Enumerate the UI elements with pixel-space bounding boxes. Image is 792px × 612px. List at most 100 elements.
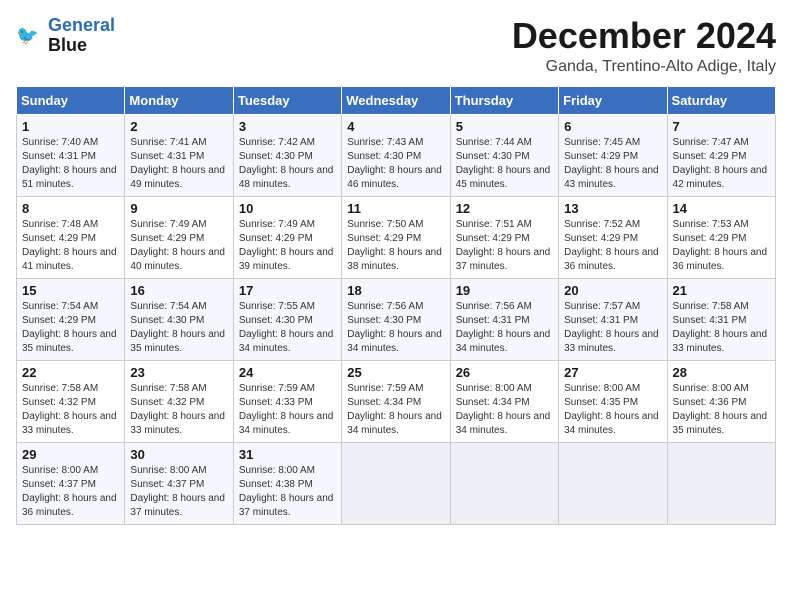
calendar-cell: 29 Sunrise: 8:00 AMSunset: 4:37 PMDaylig… xyxy=(17,442,125,524)
day-number: 9 xyxy=(130,201,227,216)
day-info: Sunrise: 7:57 AMSunset: 4:31 PMDaylight:… xyxy=(564,301,659,354)
day-number: 10 xyxy=(239,201,336,216)
month-title: December 2024 xyxy=(512,16,776,56)
calendar-cell: 16 Sunrise: 7:54 AMSunset: 4:30 PMDaylig… xyxy=(125,278,233,360)
calendar-cell: 28 Sunrise: 8:00 AMSunset: 4:36 PMDaylig… xyxy=(667,360,775,442)
day-info: Sunrise: 8:00 AMSunset: 4:36 PMDaylight:… xyxy=(673,383,768,436)
day-number: 25 xyxy=(347,365,444,380)
calendar-week-row: 1 Sunrise: 7:40 AMSunset: 4:31 PMDayligh… xyxy=(17,114,776,196)
day-number: 17 xyxy=(239,283,336,298)
day-number: 15 xyxy=(22,283,119,298)
day-info: Sunrise: 7:47 AMSunset: 4:29 PMDaylight:… xyxy=(673,137,768,190)
weekday-header-thursday: Thursday xyxy=(450,86,558,114)
day-info: Sunrise: 7:48 AMSunset: 4:29 PMDaylight:… xyxy=(22,219,117,272)
calendar-week-row: 22 Sunrise: 7:58 AMSunset: 4:32 PMDaylig… xyxy=(17,360,776,442)
calendar-cell: 27 Sunrise: 8:00 AMSunset: 4:35 PMDaylig… xyxy=(559,360,667,442)
day-number: 28 xyxy=(673,365,770,380)
day-info: Sunrise: 7:40 AMSunset: 4:31 PMDaylight:… xyxy=(22,137,117,190)
day-info: Sunrise: 7:58 AMSunset: 4:32 PMDaylight:… xyxy=(130,383,225,436)
day-info: Sunrise: 8:00 AMSunset: 4:34 PMDaylight:… xyxy=(456,383,551,436)
day-info: Sunrise: 7:59 AMSunset: 4:34 PMDaylight:… xyxy=(347,383,442,436)
logo-icon: 🐦 xyxy=(16,22,44,50)
calendar-cell: 23 Sunrise: 7:58 AMSunset: 4:32 PMDaylig… xyxy=(125,360,233,442)
day-info: Sunrise: 7:56 AMSunset: 4:31 PMDaylight:… xyxy=(456,301,551,354)
calendar-cell: 5 Sunrise: 7:44 AMSunset: 4:30 PMDayligh… xyxy=(450,114,558,196)
day-number: 23 xyxy=(130,365,227,380)
day-number: 2 xyxy=(130,119,227,134)
day-number: 4 xyxy=(347,119,444,134)
day-info: Sunrise: 8:00 AMSunset: 4:38 PMDaylight:… xyxy=(239,465,334,518)
day-number: 29 xyxy=(22,447,119,462)
logo-text: General Blue xyxy=(48,16,115,56)
day-number: 18 xyxy=(347,283,444,298)
day-number: 24 xyxy=(239,365,336,380)
day-number: 31 xyxy=(239,447,336,462)
day-info: Sunrise: 7:44 AMSunset: 4:30 PMDaylight:… xyxy=(456,137,551,190)
calendar-cell: 14 Sunrise: 7:53 AMSunset: 4:29 PMDaylig… xyxy=(667,196,775,278)
calendar-cell: 13 Sunrise: 7:52 AMSunset: 4:29 PMDaylig… xyxy=(559,196,667,278)
page-header: 🐦 General Blue December 2024 Ganda, Tren… xyxy=(16,16,776,76)
day-number: 19 xyxy=(456,283,553,298)
calendar-body: 1 Sunrise: 7:40 AMSunset: 4:31 PMDayligh… xyxy=(17,114,776,524)
calendar-cell: 22 Sunrise: 7:58 AMSunset: 4:32 PMDaylig… xyxy=(17,360,125,442)
location-title: Ganda, Trentino-Alto Adige, Italy xyxy=(512,58,776,76)
calendar-cell: 3 Sunrise: 7:42 AMSunset: 4:30 PMDayligh… xyxy=(233,114,341,196)
calendar-cell: 6 Sunrise: 7:45 AMSunset: 4:29 PMDayligh… xyxy=(559,114,667,196)
calendar-cell: 17 Sunrise: 7:55 AMSunset: 4:30 PMDaylig… xyxy=(233,278,341,360)
day-info: Sunrise: 7:43 AMSunset: 4:30 PMDaylight:… xyxy=(347,137,442,190)
day-number: 26 xyxy=(456,365,553,380)
calendar-cell: 1 Sunrise: 7:40 AMSunset: 4:31 PMDayligh… xyxy=(17,114,125,196)
calendar-cell: 20 Sunrise: 7:57 AMSunset: 4:31 PMDaylig… xyxy=(559,278,667,360)
weekday-header-saturday: Saturday xyxy=(667,86,775,114)
calendar-table: SundayMondayTuesdayWednesdayThursdayFrid… xyxy=(16,86,776,525)
calendar-cell: 4 Sunrise: 7:43 AMSunset: 4:30 PMDayligh… xyxy=(342,114,450,196)
day-number: 22 xyxy=(22,365,119,380)
day-number: 1 xyxy=(22,119,119,134)
day-info: Sunrise: 7:59 AMSunset: 4:33 PMDaylight:… xyxy=(239,383,334,436)
svg-text:🐦: 🐦 xyxy=(16,25,39,45)
day-number: 13 xyxy=(564,201,661,216)
weekday-header-friday: Friday xyxy=(559,86,667,114)
calendar-cell: 18 Sunrise: 7:56 AMSunset: 4:30 PMDaylig… xyxy=(342,278,450,360)
calendar-header-row: SundayMondayTuesdayWednesdayThursdayFrid… xyxy=(17,86,776,114)
day-info: Sunrise: 7:54 AMSunset: 4:30 PMDaylight:… xyxy=(130,301,225,354)
calendar-cell xyxy=(342,442,450,524)
calendar-cell: 7 Sunrise: 7:47 AMSunset: 4:29 PMDayligh… xyxy=(667,114,775,196)
day-number: 21 xyxy=(673,283,770,298)
calendar-cell: 25 Sunrise: 7:59 AMSunset: 4:34 PMDaylig… xyxy=(342,360,450,442)
day-info: Sunrise: 7:56 AMSunset: 4:30 PMDaylight:… xyxy=(347,301,442,354)
weekday-header-wednesday: Wednesday xyxy=(342,86,450,114)
day-info: Sunrise: 7:41 AMSunset: 4:31 PMDaylight:… xyxy=(130,137,225,190)
day-info: Sunrise: 8:00 AMSunset: 4:37 PMDaylight:… xyxy=(130,465,225,518)
weekday-header-sunday: Sunday xyxy=(17,86,125,114)
calendar-cell: 8 Sunrise: 7:48 AMSunset: 4:29 PMDayligh… xyxy=(17,196,125,278)
calendar-cell xyxy=(450,442,558,524)
day-number: 20 xyxy=(564,283,661,298)
day-info: Sunrise: 7:53 AMSunset: 4:29 PMDaylight:… xyxy=(673,219,768,272)
day-number: 16 xyxy=(130,283,227,298)
day-info: Sunrise: 7:52 AMSunset: 4:29 PMDaylight:… xyxy=(564,219,659,272)
day-number: 11 xyxy=(347,201,444,216)
logo-line1: General xyxy=(48,15,115,35)
calendar-cell: 12 Sunrise: 7:51 AMSunset: 4:29 PMDaylig… xyxy=(450,196,558,278)
title-block: December 2024 Ganda, Trentino-Alto Adige… xyxy=(512,16,776,76)
day-info: Sunrise: 7:49 AMSunset: 4:29 PMDaylight:… xyxy=(239,219,334,272)
calendar-week-row: 15 Sunrise: 7:54 AMSunset: 4:29 PMDaylig… xyxy=(17,278,776,360)
day-info: Sunrise: 7:58 AMSunset: 4:31 PMDaylight:… xyxy=(673,301,768,354)
day-info: Sunrise: 8:00 AMSunset: 4:35 PMDaylight:… xyxy=(564,383,659,436)
calendar-cell: 19 Sunrise: 7:56 AMSunset: 4:31 PMDaylig… xyxy=(450,278,558,360)
day-number: 8 xyxy=(22,201,119,216)
calendar-cell: 15 Sunrise: 7:54 AMSunset: 4:29 PMDaylig… xyxy=(17,278,125,360)
day-info: Sunrise: 7:45 AMSunset: 4:29 PMDaylight:… xyxy=(564,137,659,190)
calendar-week-row: 29 Sunrise: 8:00 AMSunset: 4:37 PMDaylig… xyxy=(17,442,776,524)
logo: 🐦 General Blue xyxy=(16,16,115,56)
day-number: 27 xyxy=(564,365,661,380)
day-number: 30 xyxy=(130,447,227,462)
calendar-cell: 31 Sunrise: 8:00 AMSunset: 4:38 PMDaylig… xyxy=(233,442,341,524)
day-info: Sunrise: 7:49 AMSunset: 4:29 PMDaylight:… xyxy=(130,219,225,272)
day-number: 3 xyxy=(239,119,336,134)
day-info: Sunrise: 7:51 AMSunset: 4:29 PMDaylight:… xyxy=(456,219,551,272)
calendar-cell: 11 Sunrise: 7:50 AMSunset: 4:29 PMDaylig… xyxy=(342,196,450,278)
weekday-header-tuesday: Tuesday xyxy=(233,86,341,114)
day-info: Sunrise: 7:50 AMSunset: 4:29 PMDaylight:… xyxy=(347,219,442,272)
